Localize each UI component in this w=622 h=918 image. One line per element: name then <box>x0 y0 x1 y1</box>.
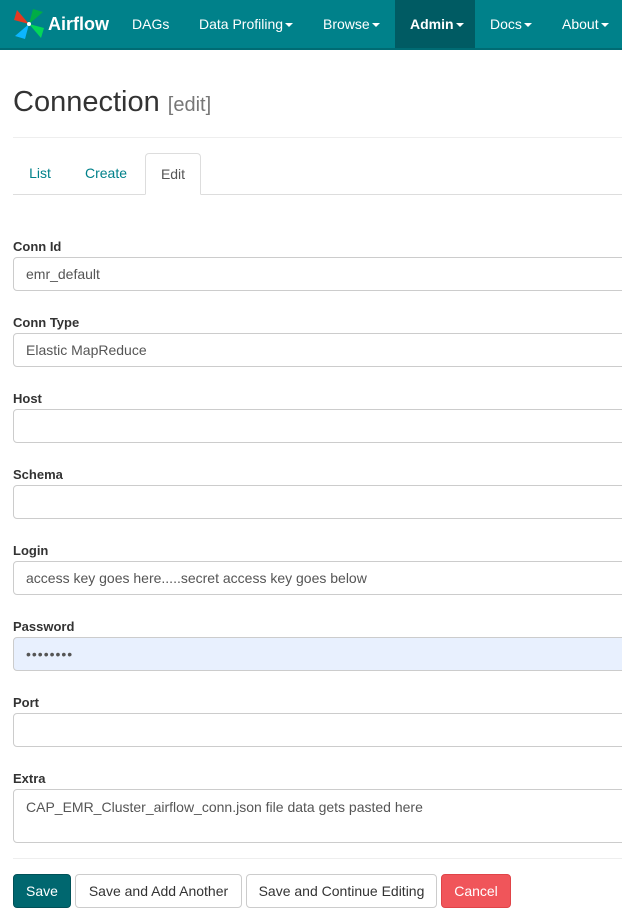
divider <box>13 858 622 859</box>
brand-link[interactable]: Airflow <box>13 8 109 40</box>
conn-id-label: Conn Id <box>13 239 62 254</box>
brand-name: Airflow <box>48 13 109 34</box>
page-title-text: Connection <box>13 86 160 118</box>
nav-data-profiling-label: Data Profiling <box>199 16 284 32</box>
caret-down-icon <box>285 23 294 28</box>
schema-label: Schema <box>13 467 63 482</box>
save-button[interactable]: Save <box>13 874 71 908</box>
schema-input[interactable] <box>13 485 622 519</box>
nav-dags[interactable]: DAGs <box>132 0 169 48</box>
caret-down-icon <box>371 23 380 28</box>
caret-down-icon <box>600 23 609 28</box>
tab-create-label: Create <box>84 165 128 181</box>
nav-docs[interactable]: Docs <box>490 0 532 48</box>
port-label: Port <box>13 695 39 710</box>
nav-browse-label: Browse <box>323 16 370 32</box>
caret-down-icon <box>523 23 532 28</box>
nav-admin[interactable]: Admin <box>395 0 475 48</box>
conn-type-select[interactable]: Elastic MapReduce <box>13 333 622 367</box>
nav-about[interactable]: About <box>562 0 609 48</box>
port-input[interactable] <box>13 713 622 747</box>
host-label: Host <box>13 391 42 406</box>
page-title: Connection [edit] <box>13 86 211 119</box>
caret-down-icon <box>455 23 464 28</box>
save-and-continue-editing-button[interactable]: Save and Continue Editing <box>246 874 437 908</box>
nav-admin-label: Admin <box>410 16 454 32</box>
page-subtitle: [edit] <box>167 94 212 116</box>
login-label: Login <box>13 543 49 558</box>
airflow-logo-icon <box>14 9 44 39</box>
nav-dags-label: DAGs <box>132 16 170 32</box>
tab-list[interactable]: List <box>15 153 65 194</box>
extra-textarea[interactable]: CAP_EMR_Cluster_airflow_conn.json file d… <box>13 789 622 843</box>
password-label: Password <box>13 619 75 634</box>
divider <box>13 137 622 138</box>
nav-docs-label: Docs <box>490 16 522 32</box>
nav-browse[interactable]: Browse <box>323 0 380 48</box>
password-input[interactable]: •••••••• <box>13 637 622 671</box>
login-input[interactable]: access key goes here.....secret access k… <box>13 561 622 595</box>
extra-label: Extra <box>13 771 46 786</box>
conn-id-input[interactable]: emr_default <box>13 257 622 291</box>
host-input[interactable] <box>13 409 622 443</box>
tab-edit-label: Edit <box>160 166 186 182</box>
conn-type-label: Conn Type <box>13 315 80 330</box>
tab-list-label: List <box>29 165 51 181</box>
tab-edit[interactable]: Edit <box>145 153 201 195</box>
tabs-baseline <box>13 194 622 195</box>
cancel-button[interactable]: Cancel <box>441 874 511 908</box>
nav-about-label: About <box>562 16 599 32</box>
top-navbar: Airflow DAGs Data Profiling Browse Admin… <box>0 0 622 50</box>
save-and-add-another-button[interactable]: Save and Add Another <box>75 874 242 908</box>
nav-data-profiling[interactable]: Data Profiling <box>199 0 294 48</box>
tab-create[interactable]: Create <box>72 153 140 194</box>
